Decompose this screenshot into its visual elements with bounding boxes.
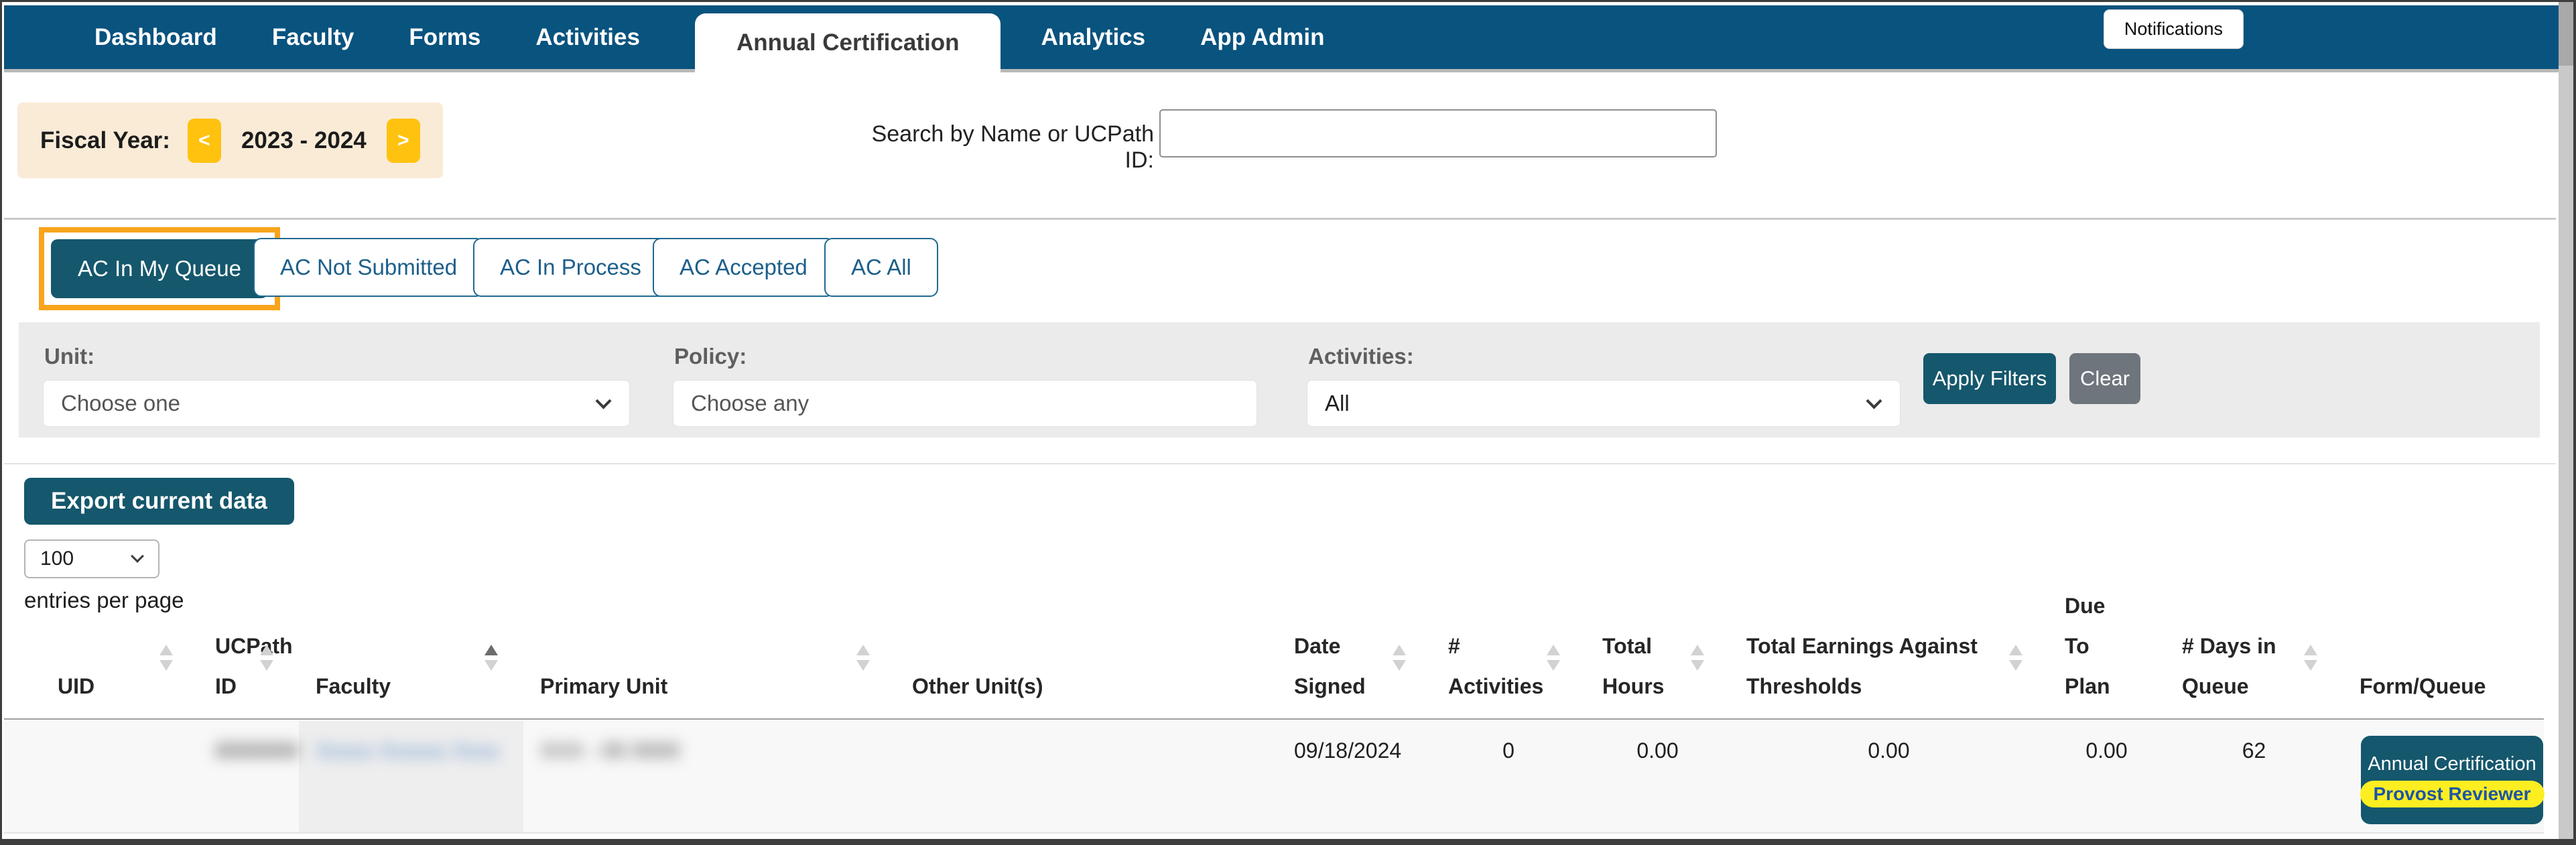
main-content: Fiscal Year: < 2023 - 2024 > Search by N… [4, 76, 2556, 833]
table-row: 0000000 Xxxxx Xxxxxx Xxxx XXX - 00 0000 … [4, 721, 2544, 834]
unit-select-value: Choose one [61, 391, 180, 416]
cell-date-signed: 09/18/2024 [1277, 721, 1431, 832]
column-header-form-queue: Form/Queue [2343, 610, 2544, 718]
column-header-other-units: Other Unit(s) [895, 610, 1277, 718]
sort-icon [1393, 645, 1406, 671]
cell-total-earnings: 0.00 [1730, 721, 2048, 832]
search-label: Search by Name or UCPath ID: [870, 121, 1154, 174]
cell-days-in-queue: 62 [2165, 721, 2343, 832]
chevron-down-icon [595, 393, 611, 409]
fiscal-year-prev-button[interactable]: < [188, 119, 221, 163]
apply-filters-button[interactable]: Apply Filters [1923, 353, 2056, 404]
sort-ascending-icon [485, 645, 498, 671]
sort-icon [159, 645, 173, 671]
chevron-down-icon [131, 549, 144, 563]
cell-due-to-plan: 0.00 [2048, 721, 2165, 832]
redacted-faculty-link[interactable]: Xxxxx Xxxxxx Xxxx [316, 738, 499, 763]
column-header-total-earnings[interactable]: Total Earnings Against Thresholds [1730, 610, 2048, 718]
export-current-data-button[interactable]: Export current data [24, 478, 294, 525]
column-header-uid[interactable]: UID [41, 610, 198, 718]
fiscal-year-label: Fiscal Year: [40, 127, 170, 154]
sort-icon [260, 645, 273, 671]
app-window: Dashboard Faculty Forms Activities Annua… [0, 0, 2576, 845]
queue-tab-ac-all[interactable]: AC All [824, 238, 938, 297]
fiscal-year-value: 2023 - 2024 [241, 127, 367, 154]
activities-select[interactable]: All [1307, 380, 1901, 427]
clear-filters-button[interactable]: Clear [2069, 353, 2140, 404]
column-header-date-signed[interactable]: Date Signed [1277, 610, 1431, 718]
cell-other-units [895, 721, 1277, 832]
cell-form-queue: Annual Certification Provost Reviewer [2343, 721, 2544, 832]
activities-filter-label: Activities: [1308, 344, 1414, 369]
column-header-days-in-queue[interactable]: # Days in Queue [2165, 610, 2343, 718]
nav-item-faculty[interactable]: Faculty [272, 24, 355, 51]
sort-icon [2304, 645, 2317, 671]
scrollbar-thumb[interactable] [2559, 2, 2573, 66]
nav-item-analytics[interactable]: Analytics [1041, 24, 1145, 51]
fiscal-year-selector: Fiscal Year: < 2023 - 2024 > [17, 103, 443, 178]
page-size-value: 100 [40, 547, 74, 570]
search-input[interactable] [1159, 109, 1717, 157]
redacted-ucpath-id: 0000000 [215, 738, 299, 763]
sort-icon [2009, 645, 2022, 671]
nav-item-activities[interactable]: Activities [535, 24, 640, 51]
nav-item-dashboard[interactable]: Dashboard [94, 24, 217, 51]
column-header-num-activities[interactable]: # Activities [1431, 610, 1586, 718]
queue-tab-ac-not-submitted[interactable]: AC Not Submitted [253, 238, 484, 297]
cell-ucpath-id: 0000000 [198, 721, 299, 832]
activities-select-value: All [1325, 391, 1350, 416]
column-header-total-hours[interactable]: Total Hours [1586, 610, 1730, 718]
chevron-down-icon [1866, 393, 1882, 409]
filter-bar: Unit: Choose one Policy: Choose any Acti… [19, 322, 2540, 438]
unit-select[interactable]: Choose one [43, 380, 630, 427]
cell-total-hours: 0.00 [1586, 721, 1730, 832]
redacted-primary-unit: XXX - 00 0000 [540, 738, 680, 763]
column-header-faculty[interactable]: Faculty [299, 610, 523, 718]
queue-tab-ac-in-my-queue[interactable]: AC In My Queue [51, 239, 268, 298]
annual-certification-button-label: Annual Certification [2368, 753, 2536, 775]
table-header-row: UID UCPath ID Faculty Primary Unit Other… [4, 610, 2544, 720]
section-divider [4, 463, 2556, 464]
sort-icon [856, 645, 870, 671]
policy-select[interactable]: Choose any [673, 380, 1257, 427]
cell-uid [41, 721, 198, 832]
table-header-spacer [4, 610, 41, 718]
cell-num-activities: 0 [1431, 721, 1586, 832]
section-divider [4, 218, 2556, 220]
cell-faculty: Xxxxx Xxxxxx Xxxx [299, 721, 523, 832]
queue-tab-ac-in-process[interactable]: AC In Process [473, 238, 668, 297]
sort-icon [1691, 645, 1704, 671]
policy-select-value: Choose any [691, 391, 809, 416]
nav-item-app-admin[interactable]: App Admin [1200, 24, 1324, 51]
top-navbar: Dashboard Faculty Forms Activities Annua… [4, 5, 2559, 72]
policy-filter-label: Policy: [674, 344, 747, 369]
column-header-due-to-plan: Due To Plan [2048, 610, 2165, 718]
queue-tab-ac-accepted[interactable]: AC Accepted [653, 238, 834, 297]
unit-filter-label: Unit: [44, 344, 94, 369]
provost-reviewer-badge: Provost Reviewer [2360, 781, 2545, 807]
column-header-ucpath-id[interactable]: UCPath ID [198, 610, 299, 718]
nav-item-forms[interactable]: Forms [409, 24, 480, 51]
fiscal-year-next-button[interactable]: > [387, 119, 420, 163]
column-header-primary-unit[interactable]: Primary Unit [523, 610, 895, 718]
notifications-button[interactable]: Notifications [2104, 9, 2244, 49]
nav-item-annual-certification-active[interactable]: Annual Certification [695, 13, 1001, 72]
sort-icon [1547, 645, 1560, 671]
vertical-scrollbar[interactable] [2559, 2, 2573, 839]
annual-certification-button[interactable]: Annual Certification Provost Reviewer [2361, 736, 2543, 824]
page-size-select[interactable]: 100 [24, 539, 159, 578]
active-queue-highlight-box: AC In My Queue [39, 227, 280, 310]
cell-primary-unit: XXX - 00 0000 [523, 721, 895, 832]
